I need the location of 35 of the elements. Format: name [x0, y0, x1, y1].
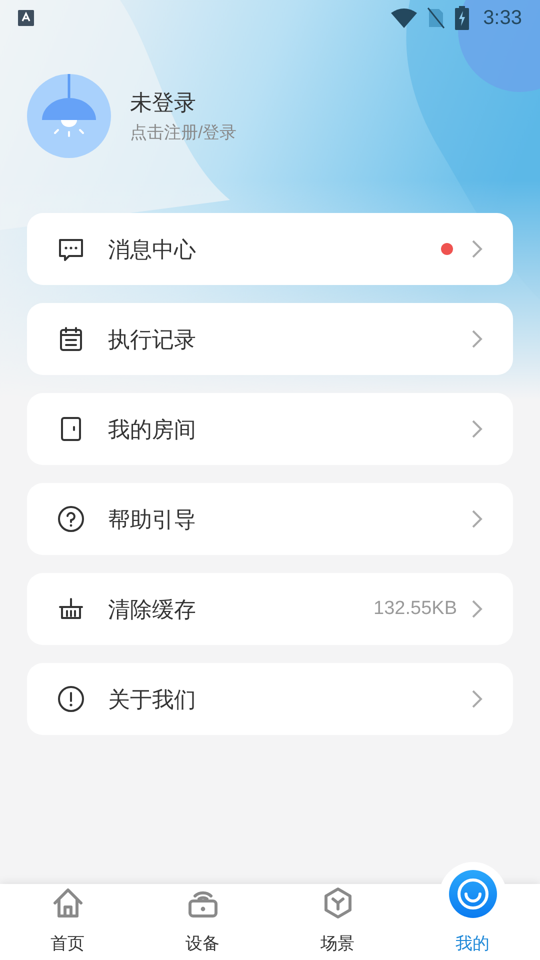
menu-item[interactable]: 帮助引导	[27, 483, 513, 555]
chevron-right-icon	[471, 599, 483, 619]
menu-item[interactable]: 我的房间	[27, 393, 513, 465]
help-icon	[57, 505, 85, 533]
chevron-right-icon	[471, 419, 483, 439]
lamp-avatar-icon[interactable]	[27, 74, 111, 158]
menu-item[interactable]: 消息中心	[27, 213, 513, 285]
nav-tab[interactable]: 首页	[0, 862, 135, 960]
chevron-right-icon	[471, 689, 483, 709]
wifi-icon	[391, 8, 418, 28]
menu-label: 消息中心	[108, 236, 196, 264]
calendar-icon	[57, 325, 85, 353]
login-status[interactable]: 未登录	[130, 92, 237, 114]
nav-tab[interactable]: 设备	[135, 862, 270, 960]
menu-label: 清除缓存	[108, 596, 196, 624]
chevron-right-icon	[471, 509, 483, 529]
nav-tab[interactable]: 场景	[270, 862, 405, 960]
nav-tab[interactable]: 我的	[405, 862, 540, 960]
menu-label: 关于我们	[108, 686, 196, 714]
status-time: 3:33	[483, 6, 522, 31]
menu-label: 我的房间	[108, 416, 196, 444]
home-icon	[50, 886, 84, 920]
smiley-icon	[448, 870, 496, 918]
menu-label: 执行记录	[108, 326, 196, 354]
menu-item[interactable]: 执行记录	[27, 303, 513, 375]
info-icon	[57, 685, 85, 713]
chevron-right-icon	[471, 239, 483, 259]
cache-size: 132.55KB	[374, 596, 457, 621]
menu-label: 帮助引导	[108, 506, 196, 534]
menu-item[interactable]: 清除缓存 132.55KB	[27, 573, 513, 645]
menu-item[interactable]: 关于我们	[27, 663, 513, 735]
no-sim-icon	[427, 7, 446, 29]
battery-icon	[455, 6, 470, 30]
keyboard-icon	[18, 10, 34, 26]
chevron-right-icon	[471, 329, 483, 349]
